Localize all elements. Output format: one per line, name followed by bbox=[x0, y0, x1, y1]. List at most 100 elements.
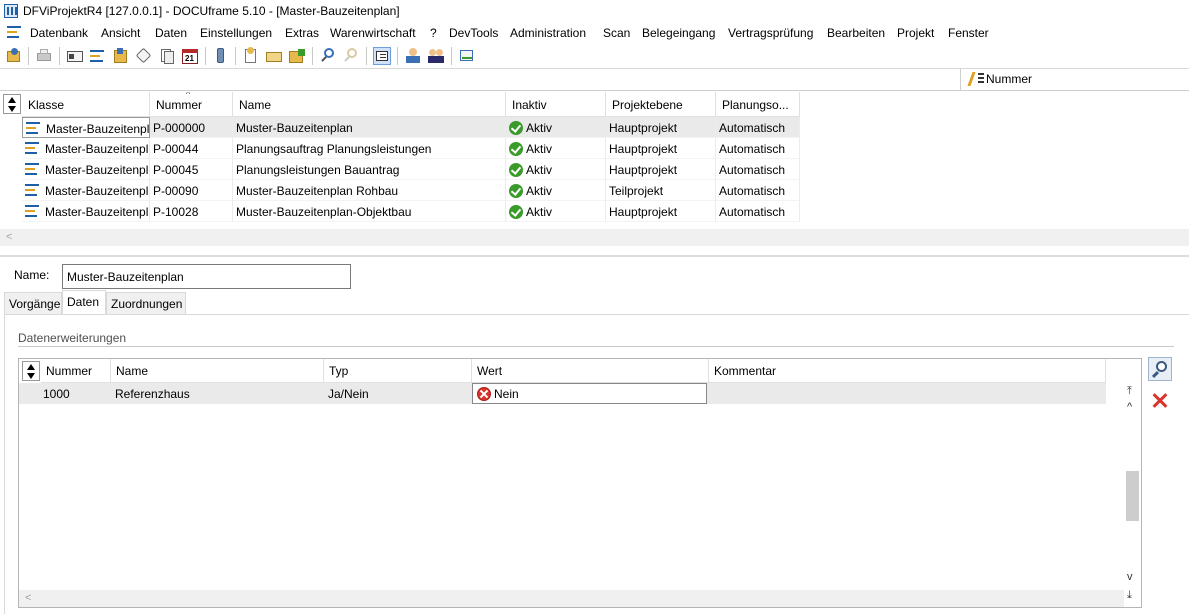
users-icon[interactable] bbox=[427, 47, 445, 65]
find-button[interactable] bbox=[1148, 357, 1172, 381]
transfer-icon[interactable] bbox=[458, 47, 476, 65]
check-circle-icon bbox=[509, 163, 523, 177]
table-row[interactable]: Master-Bauzeitenpl P-00044 Planungsauftr… bbox=[0, 138, 800, 159]
column-header-name[interactable]: Name bbox=[111, 359, 324, 383]
cell-projektebene: Hauptprojekt bbox=[606, 117, 716, 138]
table-row[interactable]: Master-Bauzeitenpl P-00045 Planungsleist… bbox=[0, 159, 800, 180]
cell-projektebene: Hauptprojekt bbox=[606, 159, 716, 180]
column-header-typ[interactable]: Typ bbox=[324, 359, 472, 383]
tag-icon[interactable] bbox=[135, 47, 153, 65]
cell-kommentar bbox=[709, 383, 1106, 404]
scrollbar-thumb[interactable] bbox=[1126, 471, 1139, 521]
calendar-icon[interactable]: 21 bbox=[181, 47, 199, 65]
cell-wert[interactable]: Nein bbox=[472, 383, 707, 404]
tab-daten[interactable]: Daten bbox=[62, 290, 106, 314]
menu-help[interactable]: ? bbox=[430, 26, 437, 40]
delete-button[interactable] bbox=[1148, 389, 1172, 413]
horizontal-scrollbar[interactable]: < bbox=[19, 590, 1124, 607]
menu-bearbeiten[interactable]: Bearbeiten bbox=[827, 26, 885, 40]
section-title: Datenerweiterungen bbox=[18, 331, 127, 345]
cell-nummer: P-00090 bbox=[150, 180, 233, 201]
scroll-bottom-icon[interactable]: ⤓ bbox=[1127, 589, 1132, 602]
column-header-inaktiv[interactable]: Inaktiv bbox=[506, 92, 606, 117]
column-header-klasse[interactable]: Klasse bbox=[22, 92, 150, 117]
menu-scan[interactable]: Scan bbox=[603, 26, 630, 40]
user-icon[interactable] bbox=[404, 47, 422, 65]
table-row[interactable]: Master-Bauzeitenpl P-10028 Muster-Bauzei… bbox=[0, 201, 800, 222]
search-icon[interactable] bbox=[319, 47, 337, 65]
address-card-icon[interactable] bbox=[66, 47, 84, 65]
toolbar: 21 bbox=[0, 43, 1189, 69]
menu-projekt[interactable]: Projekt bbox=[897, 26, 934, 40]
cell-klasse: Master-Bauzeitenpl bbox=[22, 201, 150, 222]
scroll-down-icon[interactable]: v bbox=[1127, 571, 1133, 583]
tab-zuordnungen[interactable]: Zuordnungen bbox=[106, 292, 186, 314]
scroll-top-icon[interactable]: ⤒ bbox=[1127, 385, 1132, 398]
cell-klasse-text: Master-Bauzeitenpl bbox=[45, 184, 149, 198]
folder-icon[interactable] bbox=[112, 47, 130, 65]
new-document-icon[interactable] bbox=[242, 47, 260, 65]
print-icon[interactable] bbox=[35, 47, 53, 65]
cell-klasse: Master-Bauzeitenpl bbox=[22, 159, 150, 180]
scroll-left-icon[interactable]: < bbox=[25, 592, 31, 604]
column-header-projektebene[interactable]: Projektebene bbox=[606, 92, 716, 117]
cell-klasse: Master-Bauzeitenpl bbox=[22, 138, 150, 159]
column-header-nummer[interactable]: Nummer bbox=[41, 359, 111, 383]
column-header-wert[interactable]: Wert bbox=[472, 359, 709, 383]
search-strip: Nummer bbox=[0, 69, 1189, 91]
name-label: Name: bbox=[14, 268, 50, 282]
detail-view-icon[interactable] bbox=[373, 47, 391, 65]
project-class-icon bbox=[25, 163, 40, 175]
section-divider bbox=[18, 346, 1174, 347]
column-header-kommentar[interactable]: Kommentar bbox=[709, 359, 1106, 383]
menu-vertragspruefung[interactable]: Vertragsprüfung bbox=[728, 26, 813, 40]
table-row[interactable]: Master-Bauzeitenpl P-000000 Muster-Bauze… bbox=[0, 117, 800, 138]
splitter[interactable] bbox=[0, 255, 1189, 257]
cell-name: Planungsauftrag Planungsleistungen bbox=[233, 138, 506, 159]
column-header-nummer[interactable]: Nummer ^ bbox=[150, 92, 233, 117]
column-header-name[interactable]: Name bbox=[233, 92, 506, 117]
open-project-icon[interactable] bbox=[5, 47, 23, 65]
documents-icon[interactable] bbox=[158, 47, 176, 65]
column-chooser-icon[interactable] bbox=[3, 94, 21, 114]
mail-icon[interactable] bbox=[265, 47, 283, 65]
cell-planungsort: Automatisch bbox=[716, 159, 800, 180]
menu-warenwirtschaft[interactable]: Warenwirtschaft bbox=[330, 26, 416, 40]
menu-daten[interactable]: Daten bbox=[155, 26, 187, 40]
table-row[interactable]: 1000 Referenzhaus Ja/Nein Nein bbox=[19, 383, 1106, 404]
export-folder-icon[interactable] bbox=[288, 47, 306, 65]
document-menu-icon[interactable] bbox=[7, 26, 21, 38]
search-disabled-icon[interactable] bbox=[342, 47, 360, 65]
cell-inaktiv: Aktiv bbox=[506, 138, 606, 159]
menu-devtools[interactable]: DevTools bbox=[449, 26, 498, 40]
menu-fenster[interactable]: Fenster bbox=[948, 26, 989, 40]
cell-name: Muster-Bauzeitenplan-Objektbau bbox=[233, 201, 506, 222]
menu-administration[interactable]: Administration bbox=[510, 26, 586, 40]
column-chooser-icon[interactable] bbox=[22, 361, 40, 381]
scroll-up-icon[interactable]: ^ bbox=[1127, 401, 1132, 413]
menu-extras[interactable]: Extras bbox=[285, 26, 319, 40]
check-circle-icon bbox=[509, 121, 523, 135]
cell-name: Muster-Bauzeitenplan Rohbau bbox=[233, 180, 506, 201]
table-row[interactable]: Master-Bauzeitenpl P-00090 Muster-Bauzei… bbox=[0, 180, 800, 201]
horizontal-scrollbar[interactable]: < bbox=[0, 229, 1189, 246]
sort-field-box[interactable]: Nummer bbox=[960, 69, 1189, 90]
cell-inaktiv-text: Aktiv bbox=[526, 205, 553, 219]
tab-vorgaenge[interactable]: Vorgänge bbox=[4, 292, 62, 314]
menu-belegeingang[interactable]: Belegeingang bbox=[642, 26, 715, 40]
menu-einstellungen[interactable]: Einstellungen bbox=[200, 26, 272, 40]
menu-bar: Datenbank Ansicht Daten Einstellungen Ex… bbox=[0, 22, 1189, 43]
project-class-icon bbox=[26, 122, 41, 134]
name-field[interactable]: Muster-Bauzeitenplan bbox=[62, 264, 351, 289]
project-list-icon[interactable] bbox=[89, 47, 107, 65]
column-header-planungsort[interactable]: Planungso... bbox=[716, 92, 800, 117]
vertical-scrollbar[interactable]: ⤒ ^ v ⤓ bbox=[1124, 383, 1141, 607]
menu-datenbank[interactable]: Datenbank bbox=[30, 26, 88, 40]
column-header-nummer-label: Nummer bbox=[156, 98, 203, 112]
cell-klasse-text: Master-Bauzeitenpl bbox=[46, 122, 150, 136]
phone-icon[interactable] bbox=[212, 47, 230, 65]
cell-projektebene: Hauptprojekt bbox=[606, 138, 716, 159]
cell-inaktiv: Aktiv bbox=[506, 159, 606, 180]
scroll-left-icon[interactable]: < bbox=[6, 231, 12, 243]
menu-ansicht[interactable]: Ansicht bbox=[101, 26, 140, 40]
